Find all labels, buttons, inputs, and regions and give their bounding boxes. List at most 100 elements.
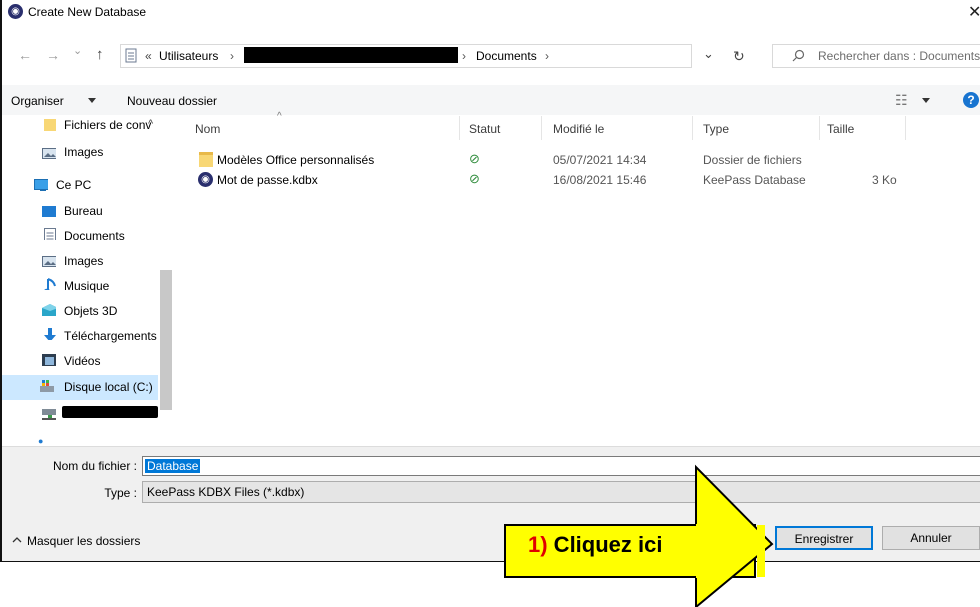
keepass-app-icon: ◉ bbox=[8, 4, 23, 19]
drive-icon bbox=[40, 380, 54, 392]
status-synced-icon: ⊘ bbox=[469, 151, 480, 166]
help-icon[interactable]: ? bbox=[963, 92, 979, 108]
chevron-up-icon bbox=[12, 537, 22, 543]
file-name: Modèles Office personnalisés bbox=[217, 153, 375, 167]
address-dropdown-icon[interactable]: ⌄ bbox=[703, 46, 714, 62]
forward-arrow-icon[interactable]: → bbox=[46, 47, 60, 63]
sort-indicator-icon: ^ bbox=[277, 111, 282, 122]
network-drive-icon bbox=[42, 409, 56, 420]
images-icon bbox=[42, 148, 56, 159]
file-name: Mot de passe.kdbx bbox=[217, 173, 318, 187]
redacted-drive-label bbox=[62, 406, 158, 418]
filename-label: Nom du fichier : bbox=[52, 459, 137, 473]
scroll-up-icon[interactable]: ^ bbox=[148, 118, 153, 130]
nav-item-musique[interactable]: Musique bbox=[2, 275, 160, 299]
documents-icon bbox=[125, 48, 137, 63]
column-header-name[interactable]: Nom bbox=[195, 122, 220, 136]
nav-item-objets-3d[interactable]: Objets 3D bbox=[2, 300, 160, 324]
column-divider[interactable] bbox=[819, 116, 820, 140]
objects-3d-icon bbox=[42, 304, 56, 316]
search-icon bbox=[792, 49, 805, 62]
desktop-icon bbox=[42, 206, 56, 217]
breadcrumb-users[interactable]: Utilisateurs bbox=[159, 49, 218, 63]
nav-item-network-drive[interactable] bbox=[2, 402, 160, 426]
breadcrumb-separator-2: › bbox=[462, 49, 466, 63]
back-arrow-icon[interactable]: ← bbox=[18, 47, 32, 63]
annotation-instruction: Cliquez ici bbox=[547, 532, 663, 557]
nav-item-telechargements[interactable]: Téléchargements bbox=[2, 325, 160, 349]
breadcrumb-separator: › bbox=[230, 49, 234, 63]
file-type-value: KeePass KDBX Files (*.kdbx) bbox=[147, 485, 305, 499]
video-icon bbox=[42, 354, 56, 366]
annotation-arrow bbox=[695, 464, 774, 607]
nav-item-label: Vidéos bbox=[64, 354, 101, 368]
nav-item-ce-pc[interactable]: Ce PC bbox=[2, 174, 160, 198]
nav-item-images[interactable]: Images bbox=[2, 142, 160, 166]
view-options-icon[interactable]: ☷ bbox=[895, 92, 908, 109]
nav-item-images-2[interactable]: Images bbox=[2, 250, 160, 274]
cancel-button[interactable]: Annuler bbox=[882, 526, 980, 550]
recent-locations-icon[interactable]: ⌄ bbox=[73, 44, 82, 57]
column-divider[interactable] bbox=[905, 116, 906, 140]
nav-item-fichiers[interactable]: Fichiers de conv ^ bbox=[2, 116, 160, 140]
column-header-modified[interactable]: Modifié le bbox=[553, 122, 604, 136]
column-header-status[interactable]: Statut bbox=[469, 122, 500, 136]
new-folder-button[interactable]: Nouveau dossier bbox=[127, 94, 217, 108]
file-type-select[interactable]: KeePass KDBX Files (*.kdbx) bbox=[142, 481, 980, 503]
organize-dropdown-icon bbox=[88, 98, 96, 103]
nav-item-label: Documents bbox=[64, 229, 125, 243]
file-type: KeePass Database bbox=[703, 173, 806, 187]
hide-folders-button[interactable]: Masquer les dossiers bbox=[27, 534, 140, 548]
column-divider[interactable] bbox=[459, 116, 460, 140]
nav-item-label: Bureau bbox=[64, 204, 103, 218]
computer-icon bbox=[34, 179, 48, 191]
network-icon: ● bbox=[38, 436, 44, 446]
nav-item-label: Musique bbox=[64, 279, 110, 293]
filename-value: Database bbox=[145, 459, 201, 473]
title-bar bbox=[2, 0, 980, 24]
view-dropdown-icon[interactable] bbox=[922, 98, 930, 103]
file-type: Dossier de fichiers bbox=[703, 153, 802, 167]
nav-item-label: Téléchargements bbox=[64, 329, 157, 343]
music-icon bbox=[44, 278, 56, 290]
nav-item-label: Images bbox=[64, 145, 104, 159]
up-arrow-icon[interactable]: ↑ bbox=[96, 46, 104, 63]
folder-icon bbox=[44, 119, 56, 131]
navigation-pane: Fichiers de conv ^ Images Ce PC Bureau D… bbox=[2, 116, 172, 446]
nav-item-bureau[interactable]: Bureau bbox=[2, 200, 160, 224]
column-header-size[interactable]: Taille bbox=[827, 122, 854, 136]
documents-icon bbox=[44, 228, 56, 240]
nav-item-label: Ce PC bbox=[56, 178, 92, 192]
nav-item-label: Images bbox=[64, 254, 104, 268]
breadcrumb-documents[interactable]: Documents bbox=[476, 49, 537, 63]
search-placeholder: Rechercher dans : Documents bbox=[818, 49, 980, 63]
nav-scrollbar-thumb[interactable] bbox=[160, 270, 172, 410]
nav-item-documents[interactable]: Documents bbox=[2, 225, 160, 249]
file-size: 3 Ko bbox=[872, 173, 897, 187]
keepass-icon: ◉ bbox=[198, 172, 213, 187]
redacted-username bbox=[244, 47, 458, 63]
file-modified: 05/07/2021 14:34 bbox=[553, 153, 647, 167]
annotation-arrow-join bbox=[757, 525, 765, 577]
type-label: Type : bbox=[104, 486, 137, 500]
save-dialog-window: ◉ Create New Database ✕ ← → ⌄ ↑ « Utilis… bbox=[0, 0, 980, 562]
breadcrumb-overflow[interactable]: « bbox=[145, 49, 152, 63]
column-divider[interactable] bbox=[692, 116, 693, 140]
filename-input[interactable]: Database bbox=[142, 456, 980, 476]
organize-button[interactable]: Organiser bbox=[11, 94, 64, 108]
file-modified: 16/08/2021 15:46 bbox=[553, 173, 647, 187]
nav-item-disque-local[interactable]: Disque local (C:) bbox=[2, 375, 158, 400]
annotation-text: 1) Cliquez ici bbox=[528, 532, 662, 558]
nav-item-label: Fichiers de conv bbox=[64, 118, 152, 132]
breadcrumb-separator-3: › bbox=[545, 49, 549, 63]
images-icon bbox=[42, 256, 56, 267]
status-synced-icon: ⊘ bbox=[469, 171, 480, 186]
nav-item-label: Objets 3D bbox=[64, 304, 118, 318]
refresh-icon[interactable]: ↻ bbox=[733, 48, 745, 65]
close-button[interactable]: ✕ bbox=[968, 2, 980, 22]
nav-item-videos[interactable]: Vidéos bbox=[2, 350, 160, 374]
annotation-step: 1) bbox=[528, 532, 548, 557]
column-header-type[interactable]: Type bbox=[703, 122, 729, 136]
column-divider[interactable] bbox=[541, 116, 542, 140]
window-title: Create New Database bbox=[28, 5, 147, 19]
